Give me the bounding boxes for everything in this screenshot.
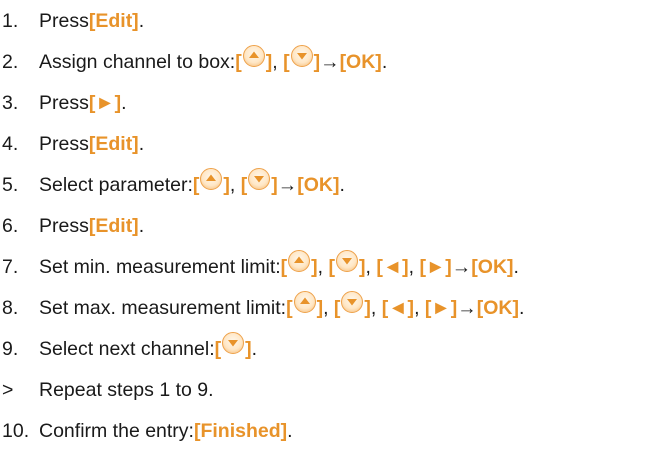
step-6: 6. Press [Edit] . — [0, 206, 144, 246]
down-arrow-key: [] — [334, 291, 371, 320]
step-text: Assign channel to box: — [39, 50, 236, 73]
step-end: . — [339, 173, 345, 196]
instruction-steps: 1. Press [Edit] . 2. Assign channel to b… — [0, 0, 658, 451]
note-marker: > — [2, 378, 14, 401]
ok-key-label: [OK] — [297, 173, 340, 196]
down-arrow-key-icon — [341, 291, 364, 313]
step-number: 8. — [2, 296, 19, 319]
step-end: . — [287, 419, 293, 442]
edit-key-label: [Edit] — [88, 132, 139, 155]
arrow-symbol: → — [277, 173, 298, 196]
step-end: . — [513, 255, 519, 278]
step-number: 3. — [2, 91, 19, 114]
step-number: 10. — [2, 419, 30, 442]
up-arrow-key: [] — [281, 250, 318, 279]
arrow-symbol: → — [320, 50, 340, 73]
step-text: Select parameter: — [39, 173, 193, 196]
left-key-label: [◄] — [381, 296, 415, 319]
edit-key-label: [Edit] — [88, 214, 139, 237]
up-arrow-key-icon — [200, 168, 223, 190]
down-arrow-key-icon — [222, 332, 245, 354]
down-arrow-key-icon — [248, 168, 271, 190]
step-1: 1. Press [Edit] . — [0, 1, 144, 41]
right-key-label: [►] — [419, 255, 452, 278]
step-text: Press — [39, 214, 89, 237]
step-text: Repeat steps 1 to 9. — [39, 378, 214, 401]
right-key-label: [►] — [88, 91, 122, 114]
step-end: . — [138, 214, 145, 237]
step-4: 4. Press [Edit] . — [0, 124, 144, 164]
step-end: . — [138, 132, 145, 155]
down-arrow-key-icon — [290, 45, 313, 67]
step-3: 3. Press [►] . — [0, 83, 127, 123]
step-text: Set max. measurement limit: — [39, 296, 287, 319]
up-arrow-key: [] — [286, 291, 323, 320]
finished-key-label: [Finished] — [193, 419, 288, 442]
step-end: . — [138, 9, 145, 32]
step-9: 9. Select next channel: [] . — [0, 329, 257, 369]
down-arrow-key: [] — [329, 250, 366, 279]
down-arrow-key: [] — [283, 45, 320, 74]
step-10: 10. Confirm the entry: [Finished] . — [0, 411, 293, 451]
step-text: Press — [39, 9, 89, 32]
down-arrow-key-icon — [336, 250, 358, 272]
up-arrow-key: [] — [193, 168, 230, 197]
step-end: . — [381, 50, 388, 73]
ok-key-label: [OK] — [471, 255, 514, 278]
step-number: 4. — [2, 132, 19, 155]
step-end: . — [251, 337, 258, 360]
down-arrow-key: [] — [241, 168, 278, 197]
step-number: 2. — [2, 50, 19, 73]
step-number: 5. — [2, 173, 19, 196]
edit-key-label: [Edit] — [88, 9, 139, 32]
up-arrow-key: [] — [235, 45, 272, 74]
step-end: . — [518, 296, 525, 319]
step-text: Press — [39, 91, 89, 114]
step-number: 1. — [2, 9, 19, 32]
step-5: 5. Select parameter: [] , [] → [OK] . — [0, 165, 345, 205]
step-7: 7. Set min. measurement limit: [] , [] ,… — [0, 247, 519, 287]
up-arrow-key-icon — [242, 45, 265, 67]
ok-key-label: [OK] — [339, 50, 382, 73]
arrow-symbol: → — [457, 296, 477, 319]
step-2: 2. Assign channel to box: [] , [] → [OK]… — [0, 42, 387, 82]
step-text: Confirm the entry: — [39, 419, 194, 442]
step-text: Select next channel: — [39, 337, 215, 360]
left-key-label: [◄] — [376, 255, 409, 278]
down-arrow-key: [] — [215, 332, 252, 361]
step-number: 7. — [2, 255, 19, 278]
arrow-symbol: → — [451, 255, 472, 278]
step-text: Press — [39, 132, 89, 155]
up-arrow-key-icon — [288, 250, 311, 272]
step-number: 9. — [2, 337, 19, 360]
step-number: 6. — [2, 214, 19, 237]
right-key-label: [►] — [424, 296, 458, 319]
step-repeat-note: > Repeat steps 1 to 9. — [0, 370, 214, 410]
step-8: 8. Set max. measurement limit: [] , [] ,… — [0, 288, 524, 328]
ok-key-label: [OK] — [476, 296, 519, 319]
step-text: Set min. measurement limit: — [39, 255, 281, 278]
up-arrow-key-icon — [293, 291, 316, 313]
step-end: . — [121, 91, 127, 114]
